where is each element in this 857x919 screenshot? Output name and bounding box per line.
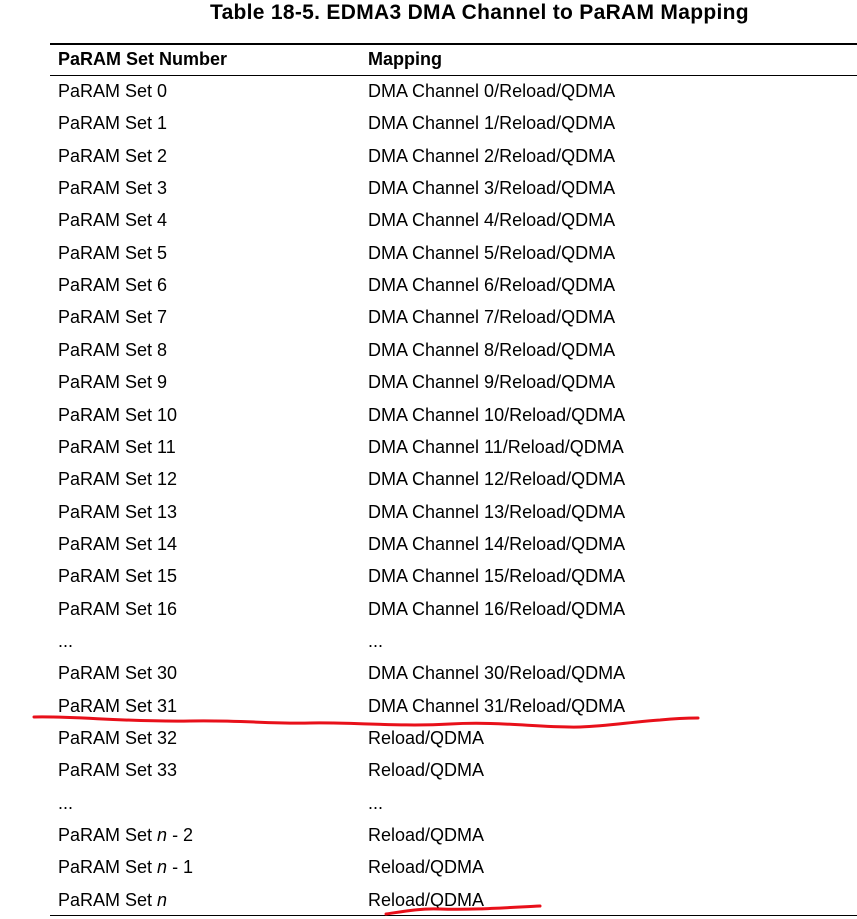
red-annotation-marks xyxy=(32,715,700,916)
row-mapping: ... xyxy=(368,793,384,813)
table-bottom-rule xyxy=(50,915,857,916)
row-set-number: PaRAM Set 13 xyxy=(58,502,178,522)
row-set-number: PaRAM Set n xyxy=(58,889,167,911)
row-set-number: PaRAM Set 5 xyxy=(58,243,168,263)
row-set-number: PaRAM Set 11 xyxy=(58,437,176,457)
row-set-number: PaRAM Set 3 xyxy=(58,178,168,198)
set-suffix: - 2 xyxy=(167,825,194,845)
table-header-rule xyxy=(50,75,857,76)
row-set-number: PaRAM Set 8 xyxy=(58,340,168,360)
row-mapping: DMA Channel 12/Reload/QDMA xyxy=(368,469,626,489)
row-mapping: DMA Channel 5/Reload/QDMA xyxy=(368,243,616,263)
row-set-number: ... xyxy=(58,793,74,813)
row-mapping: DMA Channel 9/Reload/QDMA xyxy=(368,372,616,392)
row-set-number: PaRAM Set 6 xyxy=(58,275,168,295)
row-set-number: PaRAM Set 12 xyxy=(58,469,178,489)
set-prefix: PaRAM Set xyxy=(58,890,158,910)
row-set-number: PaRAM Set 33 xyxy=(58,760,178,780)
table-caption: Table 18-5. EDMA3 DMA Channel to PaRAM M… xyxy=(210,1,749,24)
row-mapping: DMA Channel 15/Reload/QDMA xyxy=(368,566,626,586)
row-mapping: DMA Channel 13/Reload/QDMA xyxy=(368,502,626,522)
row-mapping: ... xyxy=(368,631,384,651)
row-mapping: DMA Channel 31/Reload/QDMA xyxy=(368,696,626,716)
row-set-number: PaRAM Set 2 xyxy=(58,146,168,166)
row-mapping: Reload/QDMA xyxy=(368,857,485,877)
row-mapping: DMA Channel 16/Reload/QDMA xyxy=(368,599,626,619)
set-suffix: - 1 xyxy=(167,857,194,877)
red-underline-mark xyxy=(32,715,700,729)
set-variable: n xyxy=(157,825,168,845)
row-set-number: PaRAM Set n - 1 xyxy=(58,856,193,878)
row-set-number: PaRAM Set 30 xyxy=(58,663,178,683)
row-mapping: Reload/QDMA xyxy=(368,728,485,748)
row-mapping: Reload/QDMA xyxy=(368,760,485,780)
row-mapping: DMA Channel 30/Reload/QDMA xyxy=(368,663,626,683)
row-set-number: PaRAM Set 0 xyxy=(58,81,168,101)
row-set-number: PaRAM Set 7 xyxy=(58,307,168,327)
row-mapping: DMA Channel 10/Reload/QDMA xyxy=(368,405,626,425)
set-variable: n xyxy=(157,857,168,877)
row-set-number: PaRAM Set 16 xyxy=(58,599,178,619)
row-mapping: DMA Channel 1/Reload/QDMA xyxy=(368,113,616,133)
row-mapping: DMA Channel 0/Reload/QDMA xyxy=(368,81,616,101)
row-mapping: Reload/QDMA xyxy=(368,890,485,910)
set-prefix: PaRAM Set xyxy=(58,825,158,845)
row-set-number: PaRAM Set 15 xyxy=(58,566,178,586)
row-set-number: PaRAM Set 4 xyxy=(58,210,168,230)
row-set-number: PaRAM Set 32 xyxy=(58,728,178,748)
row-mapping: Reload/QDMA xyxy=(368,825,485,845)
row-mapping: DMA Channel 2/Reload/QDMA xyxy=(368,146,616,166)
row-set-number: PaRAM Set 1 xyxy=(58,113,168,133)
row-set-number: PaRAM Set 14 xyxy=(58,534,178,554)
row-mapping: DMA Channel 8/Reload/QDMA xyxy=(368,340,616,360)
row-mapping: DMA Channel 7/Reload/QDMA xyxy=(368,307,616,327)
row-set-number: ... xyxy=(58,631,74,651)
column-header-set-number: PaRAM Set Number xyxy=(58,49,228,69)
table-top-rule xyxy=(50,43,857,45)
set-prefix: PaRAM Set xyxy=(58,857,158,877)
row-mapping: DMA Channel 14/Reload/QDMA xyxy=(368,534,626,554)
set-variable: n xyxy=(157,890,168,910)
row-set-number: PaRAM Set 9 xyxy=(58,372,168,392)
row-mapping: DMA Channel 4/Reload/QDMA xyxy=(368,210,616,230)
row-set-number: PaRAM Set 10 xyxy=(58,405,178,425)
row-set-number: PaRAM Set 31 xyxy=(58,696,178,716)
column-header-mapping: Mapping xyxy=(368,49,442,69)
row-mapping: DMA Channel 11/Reload/QDMA xyxy=(368,437,624,457)
row-set-number: PaRAM Set n - 2 xyxy=(58,824,193,846)
row-mapping: DMA Channel 3/Reload/QDMA xyxy=(368,178,616,198)
row-mapping: DMA Channel 6/Reload/QDMA xyxy=(368,275,616,295)
